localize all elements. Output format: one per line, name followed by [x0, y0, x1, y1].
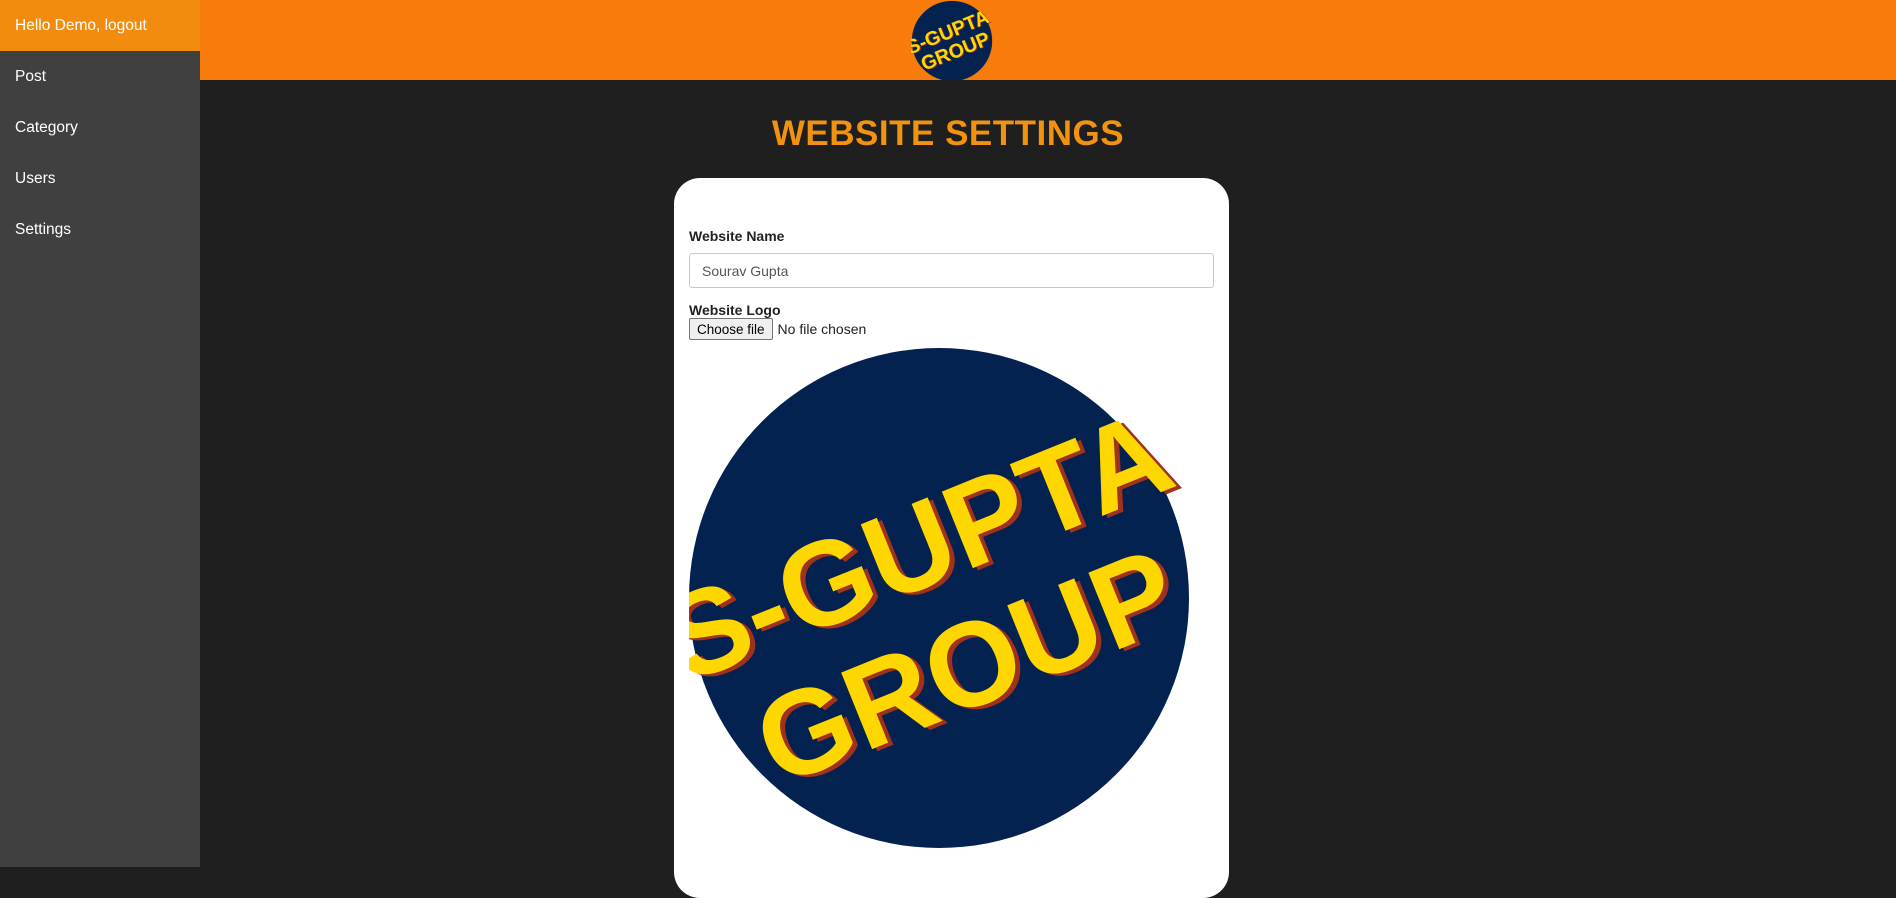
choose-file-button[interactable]: Choose file [689, 318, 773, 340]
sidebar-item-category[interactable]: Category [0, 102, 200, 153]
website-logo-label: Website Logo [689, 302, 781, 318]
website-name-input[interactable] [689, 253, 1214, 288]
site-logo[interactable]: S-GUPTA S-GUPTA GROUP GROUP [911, 0, 993, 82]
file-status-text: No file chosen [777, 321, 867, 337]
main-content: WEBSITE SETTINGS Website Name Website Lo… [200, 80, 1896, 898]
website-name-label: Website Name [689, 228, 785, 244]
settings-form-card: Website Name Website Logo Choose file No… [674, 178, 1229, 898]
file-input: Choose file No file chosen [689, 318, 866, 340]
sidebar-item-post[interactable]: Post [0, 51, 200, 102]
sidebar: Hello Demo, logout Post Category Users S… [0, 0, 200, 867]
sidebar-greeting-logout-link[interactable]: Hello Demo, logout [0, 0, 200, 51]
sidebar-item-settings[interactable]: Settings [0, 204, 200, 255]
sidebar-item-users[interactable]: Users [0, 153, 200, 204]
website-logo-preview: S-GUPTA S-GUPTA GROUP GROUP [689, 348, 1189, 848]
header-bar: S-GUPTA S-GUPTA GROUP GROUP [200, 0, 1896, 82]
page-title: WEBSITE SETTINGS [771, 114, 1125, 153]
